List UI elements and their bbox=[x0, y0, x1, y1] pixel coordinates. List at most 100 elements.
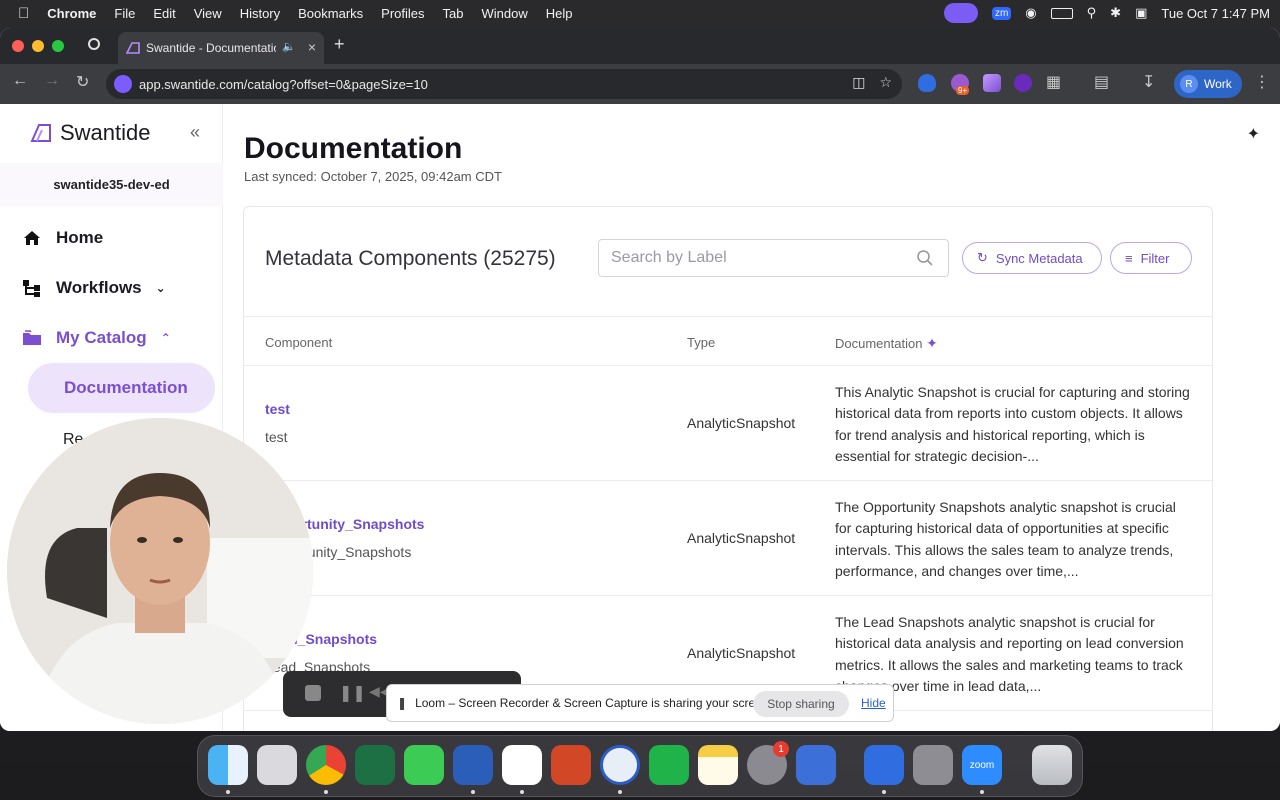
main-content: Documentation Last synced: October 7, 20… bbox=[224, 104, 1232, 731]
forward-icon[interactable]: → bbox=[44, 72, 60, 90]
sidebar-item-workflows[interactable]: Workflows ⌄ bbox=[22, 278, 166, 298]
extensions-puzzle-icon[interactable]: ▦ bbox=[1046, 72, 1061, 92]
back-icon[interactable]: ← bbox=[12, 72, 28, 90]
powerpoint-icon[interactable] bbox=[551, 745, 591, 785]
component-link[interactable]: test bbox=[265, 401, 290, 417]
menu-bookmarks[interactable]: Bookmarks bbox=[298, 6, 363, 21]
swantide-logo[interactable]: Swantide bbox=[30, 120, 151, 146]
menu-edit[interactable]: Edit bbox=[153, 6, 175, 21]
tab-title: Swantide - Documentation bbox=[146, 41, 276, 55]
menubar-clock[interactable]: Tue Oct 7 1:47 PM bbox=[1161, 6, 1270, 21]
running-indicator bbox=[980, 790, 984, 794]
pause-icon[interactable]: ❚❚ bbox=[339, 683, 366, 703]
messages-icon[interactable] bbox=[404, 745, 444, 785]
component-documentation: The Opportunity Snapshots analytic snaps… bbox=[835, 499, 1176, 579]
tab-swantide-documentation[interactable]: Swantide - Documentation 🔈 × bbox=[118, 32, 324, 64]
loom-icon[interactable] bbox=[864, 745, 904, 785]
loom-webcam-bubble[interactable] bbox=[7, 418, 313, 724]
window-controls bbox=[12, 40, 64, 52]
menu-window[interactable]: Window bbox=[482, 6, 528, 21]
menu-help[interactable]: Help bbox=[546, 6, 573, 21]
recording-icon[interactable] bbox=[88, 38, 100, 50]
hide-banner-link[interactable]: Hide bbox=[861, 696, 886, 710]
settings-badge: 1 bbox=[773, 741, 789, 757]
sidebar-subitem-documentation[interactable]: Documentation bbox=[28, 363, 215, 413]
folder-icon bbox=[23, 330, 41, 345]
screen-sharing-banner: ❚ Loom – Screen Recorder & Screen Captur… bbox=[386, 684, 894, 722]
search-icon[interactable]: ⚲ bbox=[1087, 5, 1097, 21]
wifi-icon[interactable]: ◉ bbox=[1025, 5, 1036, 21]
chrome-menu-icon[interactable]: ⋮ bbox=[1254, 72, 1270, 92]
menu-file[interactable]: File bbox=[114, 6, 135, 21]
address-bar[interactable]: app.swantide.com/catalog?offset=0&pageSi… bbox=[106, 69, 902, 99]
chrome-icon[interactable] bbox=[306, 745, 346, 785]
running-indicator bbox=[226, 790, 230, 794]
person-video-icon bbox=[7, 418, 313, 724]
search-input[interactable]: Search by Label bbox=[598, 239, 949, 277]
filter-button[interactable]: ≡ Filter bbox=[1110, 242, 1192, 274]
table-row[interactable]: Opportunity_Snapshots Opportunity_Snapsh… bbox=[244, 480, 1212, 595]
minimize-window-button[interactable] bbox=[32, 40, 44, 52]
bookmark-star-icon[interactable]: ☆ bbox=[879, 74, 892, 91]
menu-history[interactable]: History bbox=[240, 6, 280, 21]
battery-icon[interactable] bbox=[1050, 7, 1073, 19]
downloads-icon[interactable]: ↧ bbox=[1142, 72, 1155, 92]
profile-avatar: R bbox=[1180, 75, 1198, 93]
iphone-mirroring-icon[interactable] bbox=[796, 745, 836, 785]
new-tab-button[interactable]: + bbox=[334, 34, 345, 55]
finder-icon[interactable] bbox=[208, 745, 248, 785]
slack-icon[interactable] bbox=[502, 745, 542, 785]
collapse-sidebar-icon[interactable]: « bbox=[190, 122, 200, 143]
menu-tab[interactable]: Tab bbox=[443, 6, 464, 21]
page-title: Documentation bbox=[244, 132, 463, 165]
browser-toolbar: ← → ↻ app.swantide.com/catalog?offset=0&… bbox=[0, 64, 1280, 104]
1password-icon[interactable] bbox=[600, 745, 640, 785]
menu-view[interactable]: View bbox=[194, 6, 222, 21]
control-center-icon[interactable]: ▣ bbox=[1135, 5, 1147, 21]
notes-icon[interactable] bbox=[698, 745, 738, 785]
sidebar-item-my-catalog[interactable]: My Catalog ⌃ bbox=[22, 328, 171, 348]
running-indicator bbox=[618, 790, 622, 794]
menu-profiles[interactable]: Profiles bbox=[381, 6, 424, 21]
apple-icon[interactable]:  bbox=[18, 5, 29, 22]
word-icon[interactable] bbox=[453, 745, 493, 785]
macos-dock: 1 zoom bbox=[197, 735, 1083, 797]
site-info-icon[interactable] bbox=[114, 75, 132, 93]
close-window-button[interactable] bbox=[12, 40, 24, 52]
reload-icon[interactable]: ↻ bbox=[76, 72, 89, 92]
excel-icon[interactable] bbox=[355, 745, 395, 785]
extension-swantide-icon[interactable] bbox=[983, 74, 1001, 92]
profile-button[interactable]: R Work bbox=[1174, 70, 1242, 98]
home-icon bbox=[24, 231, 40, 245]
stop-recording-icon[interactable] bbox=[305, 685, 321, 701]
last-synced-text: Last synced: October 7, 2025, 09:42am CD… bbox=[244, 169, 502, 184]
sync-metadata-button[interactable]: ↻ Sync Metadata bbox=[962, 242, 1102, 274]
bluetooth-icon[interactable]: ✱ bbox=[1110, 5, 1121, 21]
screen-share-icon[interactable] bbox=[943, 3, 978, 23]
printer-icon[interactable] bbox=[913, 745, 953, 785]
ai-assistant-icon[interactable]: ✦ bbox=[1247, 124, 1260, 144]
sidebar-item-home[interactable]: Home bbox=[22, 228, 103, 248]
chevron-up-icon: ⌃ bbox=[160, 331, 171, 345]
trash-icon[interactable] bbox=[1032, 745, 1072, 785]
extension-shield-icon[interactable] bbox=[918, 74, 936, 92]
extension-purple-icon[interactable] bbox=[1014, 74, 1032, 92]
speaker-icon[interactable]: 🔈 bbox=[282, 40, 296, 53]
zoom-status-icon[interactable]: zm bbox=[991, 6, 1012, 20]
drag-handle-icon[interactable]: ❚ bbox=[397, 696, 407, 710]
filter-icon: ≡ bbox=[1125, 250, 1133, 266]
workflow-icon bbox=[23, 280, 40, 297]
menu-app-chrome[interactable]: Chrome bbox=[47, 6, 96, 21]
close-tab-icon[interactable]: × bbox=[308, 39, 316, 55]
component-api-name: test bbox=[265, 429, 288, 445]
side-panel-icon[interactable]: ▤ bbox=[1094, 72, 1109, 92]
launchpad-icon[interactable] bbox=[257, 745, 297, 785]
stop-sharing-button[interactable]: Stop sharing bbox=[753, 691, 849, 717]
maximize-window-button[interactable] bbox=[52, 40, 64, 52]
zoom-app-label: zoom bbox=[969, 759, 995, 771]
macos-menubar:  Chrome File Edit View History Bookmark… bbox=[0, 0, 1280, 26]
table-row[interactable]: test test AnalyticSnapshot This Analytic… bbox=[244, 365, 1212, 480]
numbers-icon[interactable] bbox=[649, 745, 689, 785]
zoom-app-icon[interactable]: zoom bbox=[962, 745, 1002, 785]
install-app-icon[interactable]: ◫ bbox=[852, 74, 865, 91]
